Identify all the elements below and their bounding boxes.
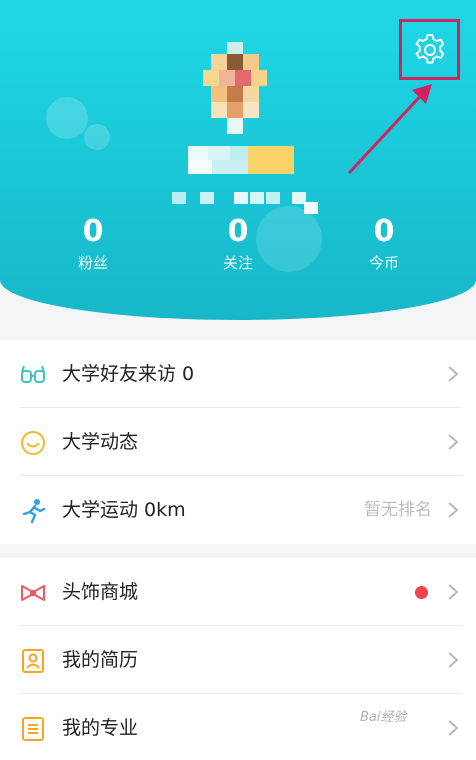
bow-tie-icon — [21, 585, 45, 601]
menu-item-friend-visits[interactable]: 大学好友来访 0 — [0, 340, 476, 408]
stat-value: 0 — [373, 214, 395, 249]
menu-item-label: 我的简历 — [62, 649, 139, 671]
decorative-bubble — [84, 124, 110, 150]
menu-group-campus: 大学好友来访 0 大学动态 大学运动 0km 暂无排名 — [0, 340, 476, 544]
chevron-right-icon — [448, 502, 459, 518]
menu-item-my-resume[interactable]: 我的简历 — [0, 626, 476, 694]
stat-followers[interactable]: 0 粉丝 — [53, 214, 133, 274]
menu-item-label: 大学动态 — [62, 431, 139, 453]
stat-following[interactable]: 0 关注 — [198, 214, 278, 274]
stat-coins[interactable]: 0 今币 — [344, 214, 424, 274]
stat-value: 0 — [227, 214, 249, 249]
stat-label: 关注 — [222, 254, 253, 272]
user-info-obscured — [172, 188, 318, 214]
resume-icon — [22, 649, 44, 673]
stats-bar: 0 粉丝 0 关注 0 今币 — [0, 214, 476, 284]
chevron-right-icon — [448, 652, 459, 668]
stat-label: 今币 — [368, 254, 399, 272]
chevron-right-icon — [448, 584, 459, 600]
decorative-bubble — [46, 97, 88, 139]
list-icon — [22, 717, 44, 741]
username-obscured — [188, 146, 294, 174]
menu-item-headwear-shop[interactable]: 头饰商城 — [0, 558, 476, 626]
gear-icon — [415, 33, 444, 64]
ranking-status: 暂无排名 — [364, 500, 432, 520]
stat-label: 粉丝 — [77, 254, 108, 272]
menu-item-campus-feed[interactable]: 大学动态 — [0, 408, 476, 476]
chevron-right-icon — [448, 434, 459, 450]
menu-item-label: 我的专业 — [62, 717, 139, 739]
menu-group-personal: 头饰商城 我的简历 我的专业 — [0, 558, 476, 760]
annotation-arrow — [348, 84, 432, 174]
stat-value: 0 — [82, 214, 104, 249]
chevron-right-icon — [448, 366, 459, 382]
menu-item-my-major[interactable]: 我的专业 — [0, 694, 476, 760]
menu-item-campus-sports[interactable]: 大学运动 0km 暂无排名 — [0, 476, 476, 544]
menu-item-label: 大学运动 0km — [62, 499, 186, 521]
glasses-icon — [21, 365, 45, 383]
smiley-icon — [21, 431, 45, 455]
avatar[interactable] — [203, 42, 267, 134]
running-person-icon — [22, 499, 46, 524]
watermark: Bai经验 — [360, 710, 407, 725]
menu-item-label: 大学好友来访 0 — [62, 363, 195, 385]
chevron-right-icon — [448, 720, 459, 736]
menu-item-label: 头饰商城 — [62, 581, 139, 603]
notification-dot — [415, 586, 428, 599]
profile-header: 0 粉丝 0 关注 0 今币 — [0, 0, 476, 320]
